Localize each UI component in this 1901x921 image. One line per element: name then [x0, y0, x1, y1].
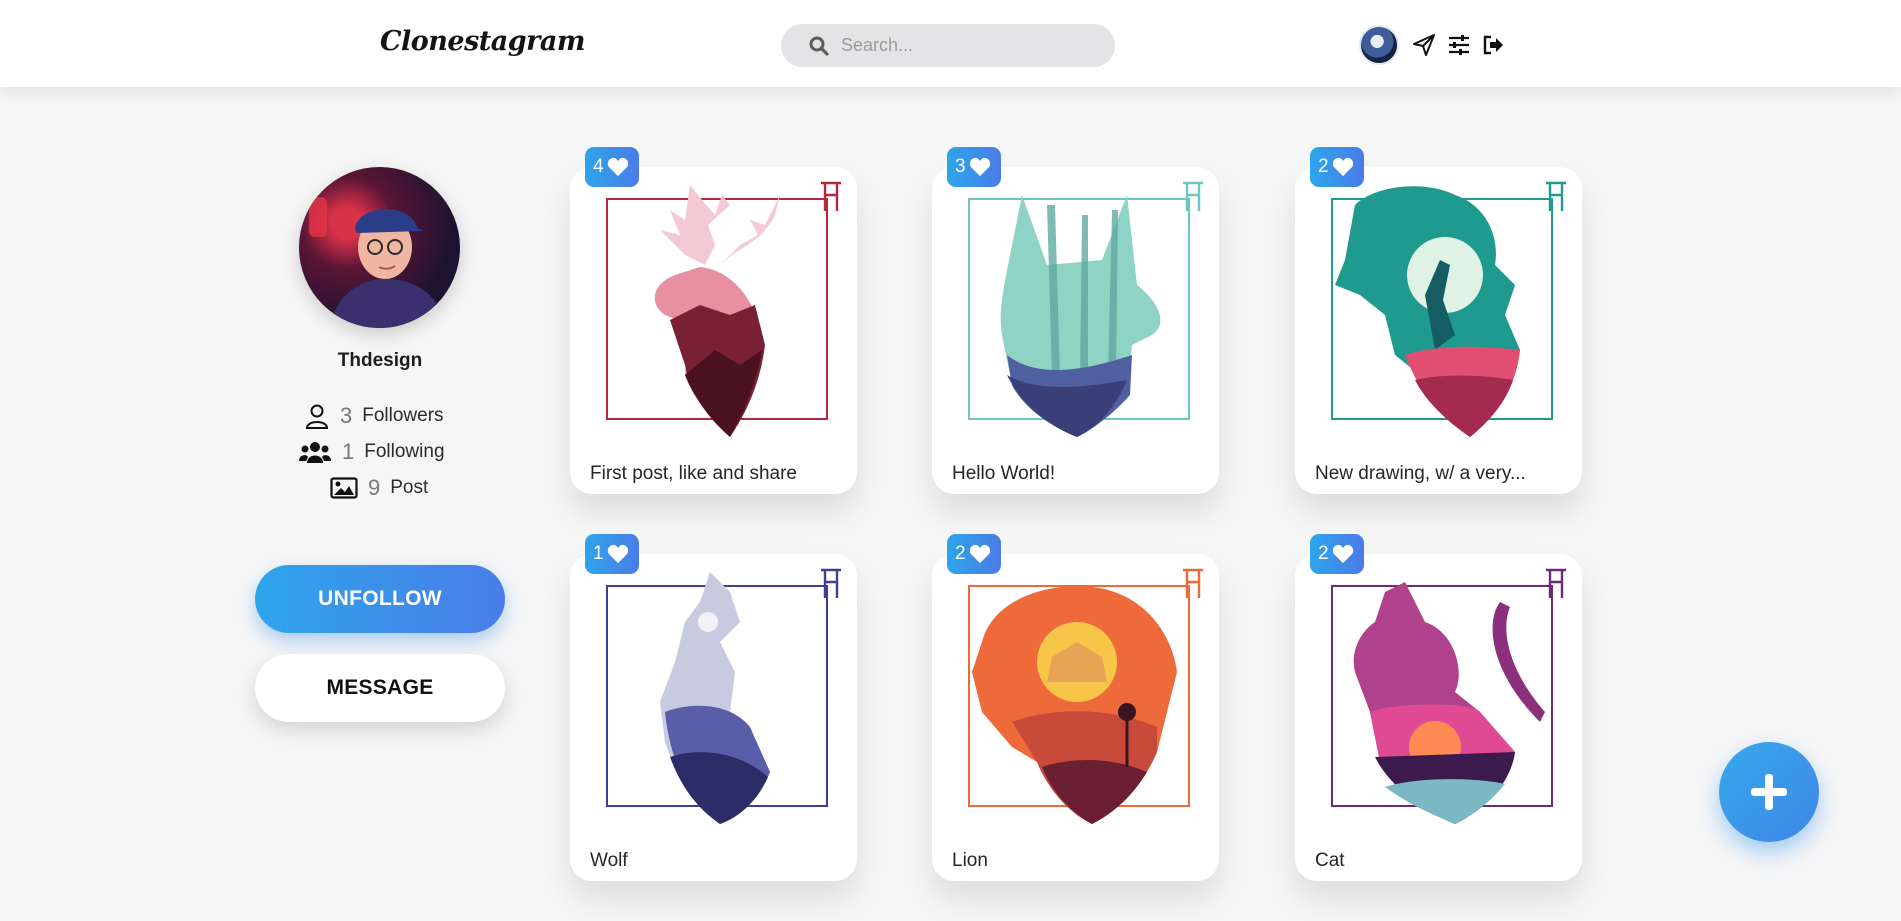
post-caption: Wolf: [590, 850, 628, 871]
like-count: 2: [955, 543, 966, 564]
search-bar[interactable]: [781, 24, 1115, 67]
users-icon: [299, 442, 331, 463]
settings-sliders-icon[interactable]: [1447, 33, 1471, 57]
user-icon: [305, 404, 329, 429]
send-icon[interactable]: [1412, 33, 1436, 57]
image-icon: [330, 477, 358, 499]
profile-portrait-image: [309, 197, 449, 328]
post-card[interactable]: 2 Cat: [1295, 534, 1582, 881]
followers-count: 3: [340, 403, 353, 428]
posts-label: Post: [390, 477, 429, 498]
profile-username: Thdesign: [337, 350, 423, 371]
like-badge[interactable]: 2: [1310, 147, 1364, 187]
followers-label: Followers: [362, 405, 444, 426]
add-post-button[interactable]: [1719, 742, 1819, 842]
unfollow-button[interactable]: UNFOLLOW: [255, 565, 505, 633]
post-card[interactable]: 2 New drawing, w/ a very...: [1295, 147, 1582, 494]
posts-count: 9: [368, 475, 381, 500]
heart-icon: [969, 544, 990, 564]
wolf-illustration: [660, 572, 770, 824]
following-stat[interactable]: 1 Following: [299, 437, 445, 467]
dinosaur-illustration: [1335, 186, 1520, 437]
like-count: 4: [593, 156, 604, 177]
app-logo[interactable]: Clonestagram: [380, 26, 585, 57]
heart-icon: [969, 157, 990, 177]
lion-illustration: [972, 586, 1177, 824]
like-count: 3: [955, 156, 966, 177]
post-card[interactable]: 2 Lion: [932, 534, 1219, 881]
following-count: 1: [342, 439, 355, 464]
heart-icon: [607, 544, 628, 564]
following-label: Following: [364, 441, 445, 462]
like-badge[interactable]: 3: [947, 147, 1001, 187]
profile-avatar: [299, 167, 460, 328]
like-count: 2: [1318, 543, 1329, 564]
like-badge[interactable]: 4: [585, 147, 639, 187]
heart-icon: [1332, 157, 1353, 177]
post-caption: Hello World!: [952, 463, 1056, 484]
top-nav: Clonestagram: [0, 0, 1901, 87]
post-card[interactable]: 1 Wolf: [570, 534, 857, 881]
post-card[interactable]: 4 First post, like and share: [570, 147, 857, 494]
post-card[interactable]: 3 Hello World!: [932, 147, 1219, 494]
like-badge[interactable]: 2: [1310, 534, 1364, 574]
followers-stat[interactable]: 3 Followers: [304, 401, 444, 431]
like-count: 1: [593, 543, 604, 564]
current-user-avatar[interactable]: [1359, 25, 1399, 65]
like-badge[interactable]: 2: [947, 534, 1001, 574]
post-caption: Lion: [952, 850, 988, 871]
post-caption: New drawing, w/ a very...: [1315, 463, 1526, 484]
like-badge[interactable]: 1: [585, 534, 639, 574]
search-icon: [809, 36, 829, 56]
dog-forest-illustration: [1000, 195, 1161, 437]
posts-stat[interactable]: 9 Post: [330, 473, 428, 503]
search-input[interactable]: [841, 24, 1101, 67]
post-caption: Cat: [1315, 850, 1345, 871]
message-button[interactable]: MESSAGE: [255, 654, 505, 722]
plus-icon: [1751, 774, 1787, 810]
heart-icon: [1332, 544, 1353, 564]
deer-illustration: [654, 185, 780, 437]
logout-icon[interactable]: [1481, 33, 1505, 57]
post-caption: First post, like and share: [590, 463, 797, 484]
like-count: 2: [1318, 156, 1329, 177]
heart-icon: [607, 157, 628, 177]
cat-illustration: [1353, 582, 1545, 824]
